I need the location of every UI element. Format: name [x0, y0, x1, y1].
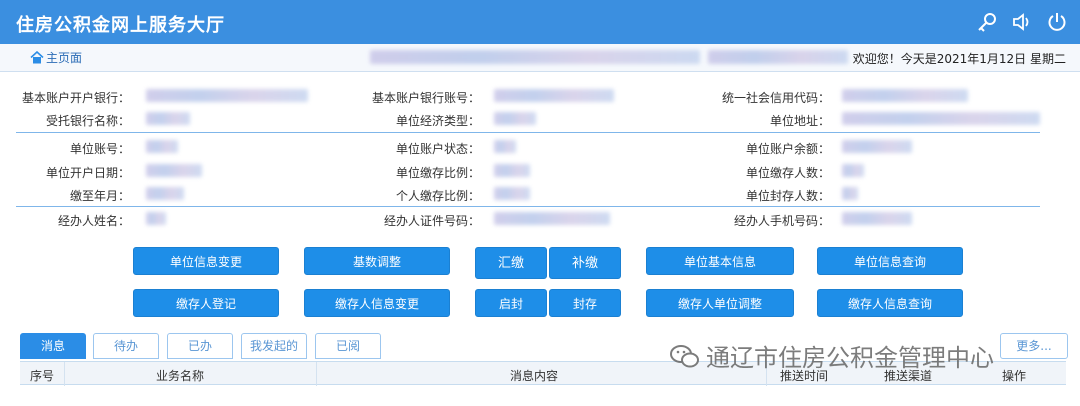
field-label: 缴至年月： — [69, 189, 130, 203]
column-divider — [316, 362, 317, 386]
field-value — [146, 140, 178, 153]
unit-info-query-button[interactable]: 单位信息查询 — [817, 247, 963, 275]
nav-bar: 主页面 欢迎您！今天是2021年1月12日 星期二 — [0, 44, 1080, 72]
power-icon[interactable] — [1046, 11, 1068, 33]
field-value — [842, 212, 912, 225]
welcome-text: 欢迎您！今天是2021年1月12日 星期二 — [852, 52, 1066, 66]
app-title: 住房公积金网上服务大厅 — [16, 15, 225, 36]
column-header: 序号 — [30, 369, 55, 383]
field-value — [842, 112, 1040, 125]
column-header: 业务名称 — [156, 369, 205, 383]
key-icon[interactable] — [976, 11, 998, 33]
watermark-text: 通辽市住房公积金管理中心 — [706, 344, 994, 372]
field-label: 单位账号： — [69, 142, 130, 156]
unit-basic-info-button[interactable]: 单位基本信息 — [646, 247, 794, 275]
field-value — [146, 212, 166, 225]
home-label: 主页面 — [46, 51, 83, 65]
tab-read[interactable]: 已阅 — [315, 333, 381, 359]
redacted-user — [708, 50, 848, 64]
more-button[interactable]: 更多... — [1000, 333, 1068, 359]
field-value — [494, 89, 614, 102]
field-value — [494, 112, 536, 125]
depositor-register-button[interactable]: 缴存人登记 — [133, 289, 279, 317]
field-value — [146, 187, 184, 200]
field-label: 基本账户开户银行： — [21, 91, 130, 105]
field-label: 个人缴存比例： — [395, 189, 480, 203]
home-link[interactable]: 主页面 — [30, 49, 82, 66]
column-divider — [64, 362, 65, 386]
depositor-unit-adjust-button[interactable]: 缴存人单位调整 — [646, 289, 794, 317]
field-value — [842, 89, 968, 102]
field-label: 统一社会信用代码： — [721, 91, 830, 105]
title-bar: 住房公积金网上服务大厅 — [0, 0, 1080, 44]
field-label: 单位缴存人数： — [745, 166, 830, 180]
tab-initiated[interactable]: 我发起的 — [241, 333, 307, 359]
field-value — [842, 140, 912, 153]
unit-info-change-button[interactable]: 单位信息变更 — [133, 247, 279, 275]
field-value — [146, 89, 308, 102]
field-label: 单位缴存比例： — [395, 166, 480, 180]
field-value — [842, 164, 864, 177]
field-value — [842, 187, 858, 200]
field-value — [146, 164, 202, 177]
unseal-button[interactable]: 启封 — [475, 289, 547, 317]
seal-button[interactable]: 封存 — [549, 289, 621, 317]
column-header: 消息内容 — [510, 369, 559, 383]
field-label: 单位地址： — [769, 114, 830, 128]
field-value — [494, 140, 516, 153]
field-label: 单位经济类型： — [395, 114, 480, 128]
field-label: 基本账户银行账号： — [371, 91, 480, 105]
field-value — [146, 112, 190, 125]
field-label: 单位开户日期： — [45, 166, 130, 180]
field-label: 经办人手机号码： — [733, 214, 830, 228]
base-adjust-button[interactable]: 基数调整 — [304, 247, 450, 275]
tab-done[interactable]: 已办 — [167, 333, 233, 359]
watermark: 通辽市住房公积金管理中心 — [670, 338, 994, 373]
home-icon — [30, 50, 44, 64]
redacted-unit-name — [370, 50, 700, 64]
field-value — [494, 187, 530, 200]
field-label: 单位账户余额： — [745, 142, 830, 156]
remit-button[interactable]: 汇缴 — [475, 247, 547, 279]
field-value — [494, 164, 530, 177]
field-label: 经办人姓名： — [57, 214, 130, 228]
field-label: 经办人证件号码： — [383, 214, 480, 228]
field-label: 单位封存人数： — [745, 189, 830, 203]
depositor-info-query-button[interactable]: 缴存人信息查询 — [817, 289, 963, 317]
supplement-button[interactable]: 补缴 — [549, 247, 621, 279]
column-header: 操作 — [1002, 369, 1027, 383]
field-label: 单位账户状态： — [395, 142, 480, 156]
field-value — [494, 212, 610, 225]
tab-messages[interactable]: 消息 — [20, 333, 86, 359]
field-label: 受托银行名称： — [45, 114, 130, 128]
speaker-icon[interactable] — [1011, 11, 1033, 33]
section-divider — [16, 206, 1040, 207]
depositor-info-change-button[interactable]: 缴存人信息变更 — [304, 289, 450, 317]
wechat-icon — [670, 345, 699, 368]
tab-pending[interactable]: 待办 — [93, 333, 159, 359]
section-divider — [16, 132, 1040, 133]
